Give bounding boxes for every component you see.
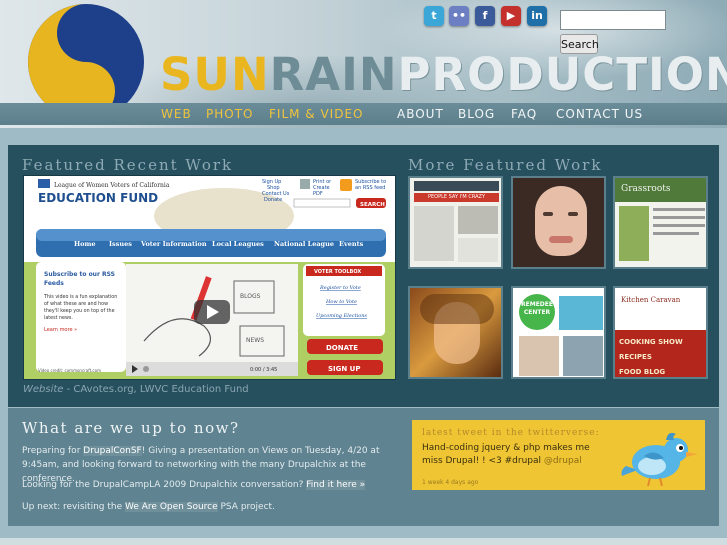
cavotes-site-preview: League of Women Voters of California EDU… bbox=[24, 176, 395, 379]
youtube-icon[interactable]: ▶ bbox=[501, 6, 521, 26]
news-paragraph-2: Looking for the DrupalCampLA 2009 Drupal… bbox=[22, 478, 412, 492]
site-video-time: 0:00 / 3:45 bbox=[250, 367, 277, 373]
site-toolbox-title: VOTER TOOLBOX bbox=[314, 269, 361, 275]
thumb-grassroots[interactable]: Grassroots bbox=[613, 176, 708, 269]
site-header: SUNRAINPRODUCTIONS WEB PHOTO FILM & VIDE… bbox=[0, 0, 727, 128]
twitter-bird-icon bbox=[621, 432, 698, 487]
site-tab-voter-info: Voter Information bbox=[140, 240, 207, 248]
site-org-line: League of Women Voters of California bbox=[54, 182, 170, 189]
site-tab-events: Events bbox=[339, 240, 364, 248]
tweet-timestamp[interactable]: 1 week 4 days ago bbox=[422, 479, 478, 486]
twitter-icon[interactable]: t bbox=[424, 6, 444, 26]
tweet-mention-link[interactable]: @drupal bbox=[544, 456, 582, 466]
flickr-icon[interactable]: •• bbox=[449, 6, 469, 26]
nav-film-video[interactable]: FILM & VIDEO bbox=[269, 107, 363, 121]
site-learn-more: Learn more » bbox=[44, 327, 77, 333]
news-paragraph-3: Up next: revisiting the We Are Open Sour… bbox=[22, 500, 412, 514]
site-print-3: PDF bbox=[313, 191, 323, 197]
thumb-kitchen-menu-cooking: COOKING SHOW bbox=[619, 338, 683, 346]
svg-text:latest news.: latest news. bbox=[44, 315, 73, 321]
tweet-text: Hand-coding jquery & php makes me miss D… bbox=[422, 442, 602, 468]
nav-blog[interactable]: BLOG bbox=[458, 107, 495, 121]
svg-text:they'll keep you on top of the: they'll keep you on top of the bbox=[44, 308, 115, 314]
site-video-credit: Video credit: commoncraft.com bbox=[38, 368, 101, 373]
featured-caption: Website - CAvotes.org, LWVC Education Fu… bbox=[23, 384, 249, 395]
footer-strip bbox=[0, 538, 727, 545]
brand-wordmark[interactable]: SUNRAINPRODUCTIONS bbox=[160, 48, 727, 101]
thumb-remedee-label: REMEDEE CENTER bbox=[521, 301, 553, 316]
thumb-painting[interactable] bbox=[408, 286, 503, 379]
site-tab-home: Home bbox=[74, 240, 96, 248]
nav-about[interactable]: ABOUT bbox=[397, 107, 444, 121]
thumb-kitchen-menu-blog: FOOD BLOG bbox=[619, 368, 666, 376]
thumb-kitchen-label: Kitchen Caravan bbox=[621, 296, 681, 304]
facebook-icon[interactable]: f bbox=[475, 6, 495, 26]
svg-text:NEWS: NEWS bbox=[246, 337, 264, 344]
nav-photo[interactable]: PHOTO bbox=[206, 107, 253, 121]
news-p1-pre: Preparing for bbox=[22, 446, 84, 456]
thumb-cinemax[interactable]: PEOPLE SAY I'M CRAZY bbox=[408, 176, 503, 269]
site-rss-title-2: Feeds bbox=[44, 280, 64, 287]
thumb-portrait[interactable] bbox=[511, 176, 606, 269]
site-tab-national-league: National League bbox=[274, 240, 334, 248]
featured-title: Featured Recent Work bbox=[22, 156, 234, 174]
brand-rain: RAIN bbox=[269, 48, 398, 101]
search-button[interactable]: Search bbox=[560, 34, 599, 54]
site-toolbox-register: Register to Vote bbox=[319, 285, 361, 291]
svg-text:BLOGS: BLOGS bbox=[240, 293, 261, 300]
thumb-grassroots-label: Grassroots bbox=[621, 184, 671, 194]
news-title: What are we up to now? bbox=[22, 419, 240, 437]
nav-faq[interactable]: FAQ bbox=[511, 107, 537, 121]
thumb-kitchen-menu-recipes: RECIPES bbox=[619, 353, 652, 361]
thumb-remedee[interactable]: REMEDEE CENTER bbox=[511, 286, 606, 379]
main-navigation: WEB PHOTO FILM & VIDEO ABOUT BLOG FAQ CO… bbox=[0, 103, 727, 125]
site-toolbox-howto: How to Vote bbox=[325, 299, 357, 305]
search-input[interactable] bbox=[560, 10, 666, 30]
site-signup: SIGN UP bbox=[328, 365, 361, 373]
site-top-link-donate: Donate bbox=[264, 197, 282, 203]
find-it-here-link[interactable]: Find it here » bbox=[306, 480, 366, 490]
caption-label: Website bbox=[23, 384, 64, 395]
tweet-title: latest tweet in the twitterverse: bbox=[422, 428, 600, 438]
site-tab-local-leagues: Local Leagues bbox=[212, 240, 264, 248]
site-rss-title-1: Subscribe to our RSS bbox=[44, 271, 115, 278]
site-search-button: SEARCH bbox=[360, 202, 385, 208]
site-donate: DONATE bbox=[326, 344, 358, 352]
site-name: EDUCATION FUND bbox=[38, 191, 158, 205]
svg-text:of what these are and how: of what these are and how bbox=[44, 301, 108, 307]
site-tab-issues: Issues bbox=[109, 240, 132, 248]
nav-contact-us[interactable]: CONTACT US bbox=[556, 107, 643, 121]
thumb-kitchen[interactable]: Kitchen Caravan COOKING SHOW RECIPES FOO… bbox=[613, 286, 708, 379]
news-panel: What are we up to now? Preparing for Dru… bbox=[8, 408, 719, 526]
featured-website-screenshot[interactable]: League of Women Voters of California EDU… bbox=[23, 175, 396, 380]
more-featured-title: More Featured Work bbox=[408, 156, 603, 174]
drupalconsf-link[interactable]: DrupalConSF bbox=[83, 446, 142, 456]
featured-panel: Featured Recent Work More Featured Work … bbox=[8, 145, 719, 407]
latest-tweet-box: latest tweet in the twitterverse: Hand-c… bbox=[412, 420, 705, 490]
news-p3-pre: Up next: revisiting the bbox=[22, 502, 125, 512]
site-rss-2: an RSS feed bbox=[355, 185, 385, 191]
site-toolbox-elections: Upcoming Elections bbox=[316, 313, 367, 319]
thumb-cinemax-label: PEOPLE SAY I'M CRAZY bbox=[414, 193, 499, 202]
news-p2-pre: Looking for the DrupalCampLA 2009 Drupal… bbox=[22, 480, 307, 490]
we-are-open-source-link[interactable]: We Are Open Source bbox=[125, 502, 218, 512]
brand-sun: SUN bbox=[160, 48, 270, 101]
svg-text:This video is a fun explanatio: This video is a fun explanation bbox=[43, 294, 117, 300]
news-p3-post: PSA project. bbox=[217, 502, 275, 512]
caption-text: - CAvotes.org, LWVC Education Fund bbox=[63, 384, 249, 395]
linkedin-icon[interactable]: in bbox=[527, 6, 547, 26]
nav-web[interactable]: WEB bbox=[161, 107, 192, 121]
brand-productions: PRODUCTIONS bbox=[397, 48, 727, 101]
